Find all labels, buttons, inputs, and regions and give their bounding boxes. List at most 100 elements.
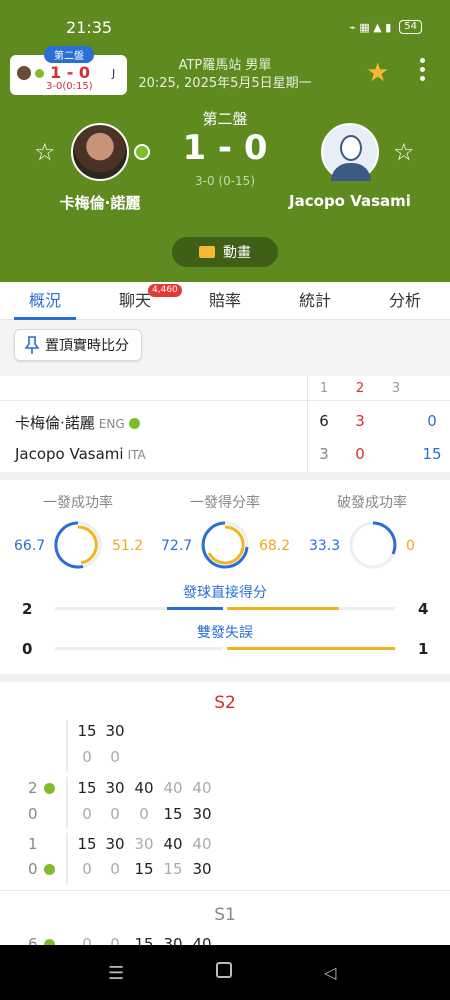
set-title-s1: S1 bbox=[214, 905, 236, 925]
tab-label: 分析 bbox=[388, 291, 421, 310]
tournament-title: ATP羅馬站 男單 bbox=[178, 58, 272, 73]
player1-avatar[interactable] bbox=[71, 123, 129, 181]
point: 0 bbox=[139, 805, 149, 823]
point: 30 bbox=[105, 779, 125, 797]
player-cell: 卡梅倫·諾麗 ENG bbox=[15, 412, 140, 433]
scoreboard-row: 卡梅倫·諾麗 ENG 6 3 0 bbox=[0, 407, 450, 437]
favorite-star-icon[interactable]: ★ bbox=[366, 58, 389, 88]
set-score: 3 bbox=[319, 445, 329, 463]
point: 15 bbox=[77, 835, 97, 853]
divider bbox=[0, 674, 450, 682]
set-header-row: 1 2 3 bbox=[0, 376, 450, 400]
point: 30 bbox=[134, 835, 154, 853]
point: 15 bbox=[134, 860, 154, 878]
point: 40 bbox=[163, 779, 183, 797]
game-points: 15 bbox=[422, 445, 442, 463]
tab-odds[interactable]: 賠率 bbox=[180, 282, 270, 319]
point: 0 bbox=[110, 748, 120, 766]
games-p2: 0 bbox=[28, 860, 38, 878]
stat-left-value: 33.3 bbox=[309, 538, 341, 554]
player1-country: ENG bbox=[98, 417, 125, 431]
stat-title: 破發成功率 bbox=[337, 495, 407, 511]
tab-label: 賠率 bbox=[208, 291, 241, 310]
pin-icon bbox=[25, 336, 39, 354]
aces-right-fill bbox=[227, 607, 339, 610]
tab-bar: 概況 聊天 4,460 賠率 統計 分析 bbox=[0, 282, 450, 320]
stat-right-value: 51.2 bbox=[112, 538, 144, 554]
divider bbox=[0, 472, 450, 480]
point: 0 bbox=[110, 860, 120, 878]
animation-button[interactable]: 動畫 bbox=[172, 237, 278, 267]
player2-follow-star-icon[interactable]: ☆ bbox=[393, 138, 415, 166]
player1-mini-avatar bbox=[17, 66, 31, 80]
stat-title: 雙發失誤 bbox=[197, 625, 253, 641]
player2-avatar[interactable] bbox=[321, 123, 379, 181]
tab-chat[interactable]: 聊天 4,460 bbox=[90, 282, 182, 319]
battery-icon: 54 bbox=[399, 20, 422, 34]
player1-serve-icon bbox=[134, 144, 150, 160]
match-header: 21:35 ⌁ ▦ ▲ ▮ 54 第二盤 1 - 0 3-0(0:15) J A… bbox=[0, 0, 450, 282]
mini-score: 1 - 0 bbox=[50, 63, 91, 82]
tab-label: 聊天 bbox=[118, 291, 151, 310]
stat-left-value: 66.7 bbox=[14, 538, 46, 554]
menu-icon[interactable]: ☰ bbox=[108, 963, 124, 984]
current-set-label: 第二盤 bbox=[202, 110, 248, 128]
player2-name: Jacopo Vasami bbox=[15, 445, 124, 463]
tab-analysis[interactable]: 分析 bbox=[360, 282, 450, 319]
more-menu-icon[interactable] bbox=[416, 58, 428, 85]
player-cell: Jacopo Vasami ITA bbox=[15, 445, 146, 463]
divider bbox=[66, 720, 68, 772]
player2-name[interactable]: Jacopo Vasami bbox=[285, 192, 415, 210]
serve-indicator-icon bbox=[35, 69, 44, 78]
status-bar: 21:35 ⌁ ▦ ▲ ▮ 54 bbox=[0, 0, 450, 50]
set-score: 3 bbox=[355, 412, 365, 430]
point: 15 bbox=[77, 722, 97, 740]
stat-title: 一發成功率 bbox=[43, 495, 113, 511]
serve-indicator-icon bbox=[128, 418, 140, 429]
divider bbox=[66, 833, 68, 885]
serve-indicator-icon bbox=[43, 783, 55, 794]
set-score: 6 bbox=[319, 412, 329, 430]
status-time: 21:35 bbox=[66, 18, 113, 37]
set-header-current: 2 bbox=[355, 381, 365, 396]
point: 40 bbox=[192, 835, 212, 853]
serve-indicator-icon bbox=[43, 864, 55, 875]
point: 40 bbox=[163, 835, 183, 853]
player1-name: 卡梅倫·諾麗 bbox=[15, 414, 95, 432]
point: 30 bbox=[192, 860, 212, 878]
home-icon[interactable] bbox=[216, 962, 232, 978]
stat-right-value: 1 bbox=[418, 640, 429, 658]
player2-country: ITA bbox=[127, 448, 146, 462]
signal-icons: ⌁ ▦ ▲ ▮ bbox=[349, 20, 392, 34]
point: 0 bbox=[82, 748, 92, 766]
match-date: 20:25, 2025年5月5日星期一 bbox=[138, 76, 312, 91]
df-right-fill bbox=[227, 647, 395, 650]
player1-follow-star-icon[interactable]: ☆ bbox=[34, 138, 56, 166]
stat-left-value: 0 bbox=[22, 640, 33, 658]
tab-label: 統計 bbox=[298, 291, 331, 310]
opponent-initial: J bbox=[112, 67, 116, 80]
game-score: 2 bbox=[28, 779, 55, 797]
stat-left-value: 72.7 bbox=[161, 538, 193, 554]
point: 15 bbox=[163, 860, 183, 878]
stat-left-value: 2 bbox=[22, 600, 33, 618]
player1-name[interactable]: 卡梅倫·諾麗 bbox=[40, 192, 160, 213]
back-icon[interactable]: ◁ bbox=[324, 963, 336, 982]
point: 30 bbox=[105, 835, 125, 853]
mini-set-tag: 第二盤 bbox=[44, 46, 94, 63]
game-points: 0 bbox=[427, 412, 437, 430]
stat-title: 一發得分率 bbox=[190, 495, 260, 511]
tab-overview[interactable]: 概況 bbox=[0, 282, 90, 320]
set-header: 1 bbox=[319, 381, 329, 396]
chat-count-badge: 4,460 bbox=[148, 284, 182, 297]
games-p1: 1 bbox=[28, 835, 38, 853]
tab-label: 概況 bbox=[28, 291, 61, 310]
set-scoreboard: 1 2 3 卡梅倫·諾麗 ENG 6 3 0 Jacopo Vasami ITA 3… bbox=[0, 376, 450, 472]
tab-stats[interactable]: 統計 bbox=[270, 282, 360, 319]
point: 0 bbox=[82, 805, 92, 823]
mini-score-card[interactable]: 第二盤 1 - 0 3-0(0:15) J bbox=[10, 46, 127, 95]
first-serve-won-ring bbox=[201, 521, 249, 569]
point: 0 bbox=[110, 805, 120, 823]
pin-live-score-button[interactable]: 置頂實時比分 bbox=[14, 329, 142, 361]
divider bbox=[307, 376, 308, 472]
